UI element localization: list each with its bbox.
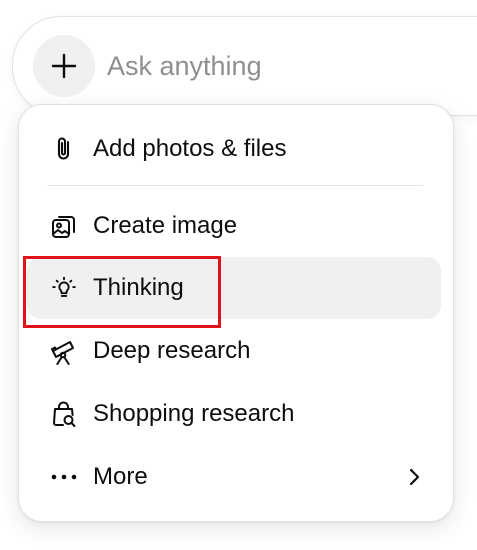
attach-menu-button[interactable] bbox=[33, 35, 95, 97]
chevron-right-icon bbox=[405, 466, 423, 488]
image-icon bbox=[49, 211, 79, 241]
menu-item-label: Shopping research bbox=[93, 400, 295, 427]
menu-item-thinking[interactable]: Thinking bbox=[27, 257, 441, 319]
menu-item-create-image[interactable]: Create image bbox=[27, 195, 441, 257]
menu-item-label: Add photos & files bbox=[93, 135, 287, 162]
app-stage: Add photos & files Create image bbox=[0, 0, 477, 550]
paperclip-icon bbox=[49, 134, 79, 164]
menu-item-deep-research[interactable]: Deep research bbox=[27, 320, 441, 382]
attach-menu: Add photos & files Create image Thinking… bbox=[18, 104, 454, 522]
shopping-bag-icon bbox=[49, 399, 79, 429]
menu-item-label: More bbox=[93, 463, 148, 490]
menu-item-more[interactable]: More bbox=[27, 446, 441, 508]
telescope-icon bbox=[49, 336, 79, 366]
lightbulb-icon bbox=[49, 273, 79, 303]
menu-divider bbox=[47, 185, 423, 186]
composer-bar bbox=[12, 16, 477, 116]
menu-item-add-photos-files[interactable]: Add photos & files bbox=[27, 118, 441, 180]
menu-item-label: Create image bbox=[93, 212, 238, 239]
menu-item-label: Thinking bbox=[93, 274, 184, 301]
menu-item-label: Deep research bbox=[93, 337, 251, 364]
plus-icon bbox=[51, 53, 77, 79]
menu-item-shopping-research[interactable]: Shopping research bbox=[27, 383, 441, 445]
more-dots-icon bbox=[49, 462, 79, 492]
prompt-input[interactable] bbox=[107, 44, 467, 88]
